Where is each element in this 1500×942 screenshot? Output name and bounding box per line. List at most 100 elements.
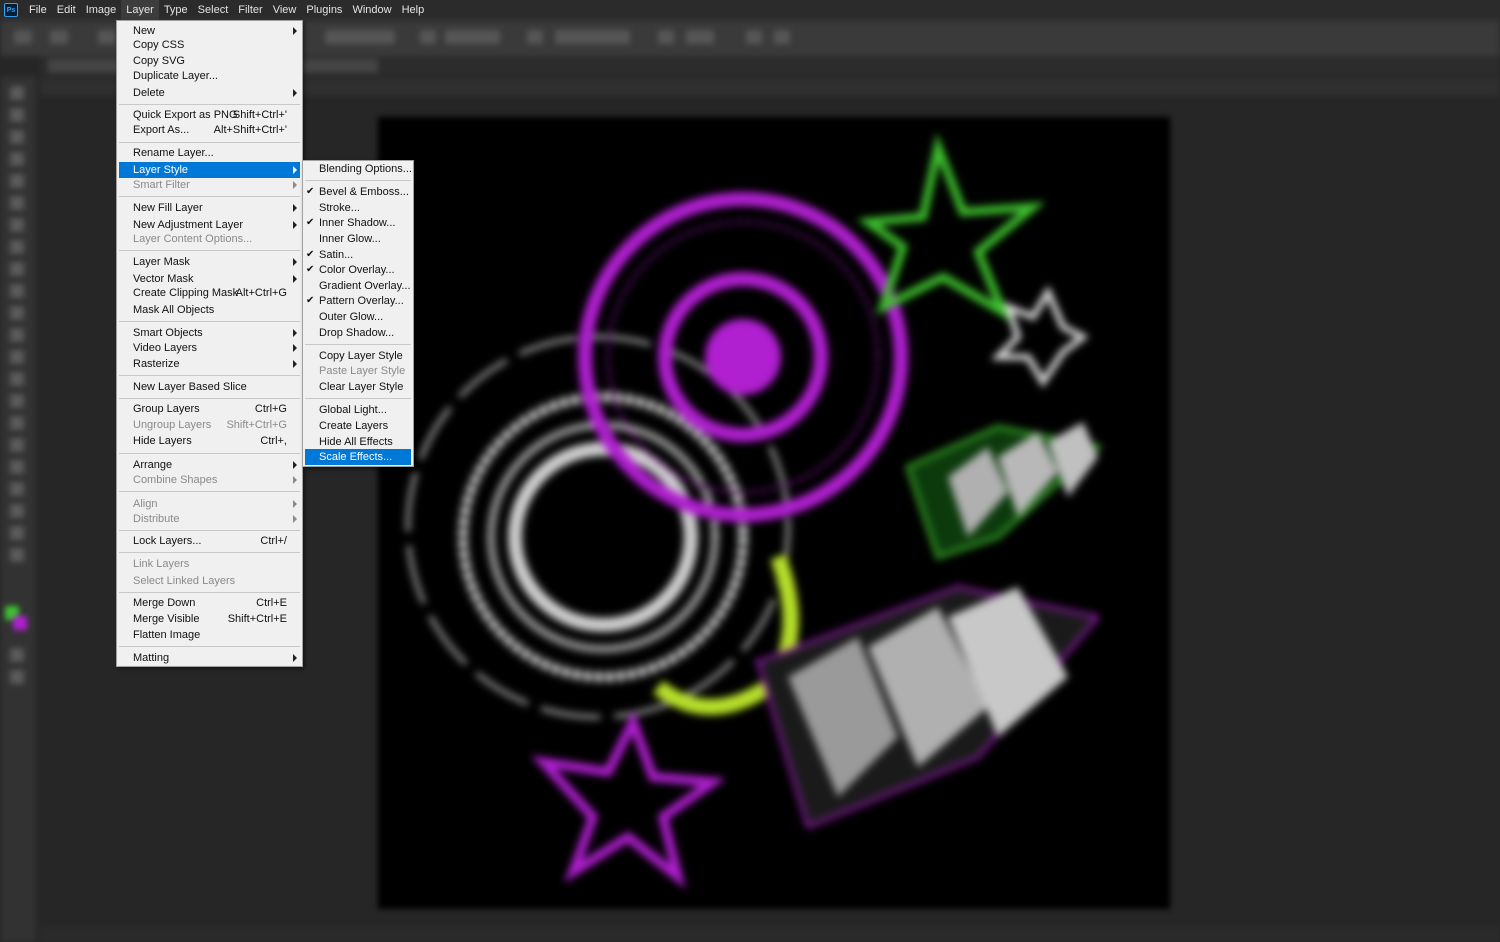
submenu-item-blending-options[interactable]: Blending Options... xyxy=(305,161,412,177)
menu-separator xyxy=(119,491,300,492)
menu-item-rename-layer[interactable]: Rename Layer... xyxy=(119,145,300,161)
menu-item-matting[interactable]: Matting xyxy=(119,650,300,666)
menu-file[interactable]: File xyxy=(24,0,52,20)
menu-item-lock-layers[interactable]: Lock Layers... Ctrl+/ xyxy=(119,533,300,549)
submenu-item-inner-shadow[interactable]: ✔ Inner Shadow... xyxy=(305,215,411,231)
menu-separator xyxy=(119,250,300,251)
menu-item-combine-shapes[interactable]: Combine Shapes xyxy=(119,472,300,488)
menu-edit[interactable]: Edit xyxy=(52,0,81,20)
clone-tool-icon xyxy=(10,284,24,298)
menu-item-label: Create Layers xyxy=(319,420,389,432)
menu-item-label: Duplicate Layer... xyxy=(133,70,218,82)
menu-item-label: Blending Options... xyxy=(319,163,412,175)
menu-item-merge-down[interactable]: Merge Down Ctrl+E xyxy=(119,595,300,611)
menu-item-new-fill-layer[interactable]: New Fill Layer xyxy=(119,200,300,216)
menu-item-group-layers[interactable]: Group Layers Ctrl+G xyxy=(119,401,300,417)
submenu-arrow-icon xyxy=(293,89,297,97)
submenu-item-satin[interactable]: ✔ Satin... xyxy=(305,247,411,263)
artwork xyxy=(405,133,1104,889)
menu-item-layer-content-options[interactable]: Layer Content Options... xyxy=(119,231,300,247)
submenu-item-global-light[interactable]: Global Light... xyxy=(305,402,411,418)
menu-item-layer-style[interactable]: Layer Style xyxy=(119,162,300,178)
submenu-item-hide-all-effects[interactable]: Hide All Effects xyxy=(305,434,411,450)
submenu-arrow-icon xyxy=(293,476,297,484)
quick-select-tool-icon xyxy=(10,152,24,166)
menu-item-arrange[interactable]: Arrange xyxy=(119,457,300,473)
menu-item-link-layers[interactable]: Link Layers xyxy=(119,556,300,572)
menu-item-delete[interactable]: Delete xyxy=(119,85,300,101)
menu-separator xyxy=(119,592,300,593)
menu-item-rasterize[interactable]: Rasterize xyxy=(119,356,300,372)
submenu-item-paste-layer-style[interactable]: Paste Layer Style xyxy=(305,363,411,379)
menu-item-shortcut: Alt+Ctrl+G xyxy=(235,287,287,299)
menu-item-distribute[interactable]: Distribute xyxy=(119,511,300,527)
submenu-item-scale-effects[interactable]: Scale Effects... xyxy=(305,449,411,465)
menu-view[interactable]: View xyxy=(268,0,302,20)
menu-select[interactable]: Select xyxy=(193,0,234,20)
submenu-item-create-layers[interactable]: Create Layers xyxy=(305,418,411,434)
menu-item-export-as[interactable]: Export As... Alt+Shift+Ctrl+' xyxy=(119,122,300,138)
menu-item-flatten-image[interactable]: Flatten Image xyxy=(119,627,300,643)
menu-item-mask-all-objects[interactable]: Mask All Objects xyxy=(119,302,300,318)
menu-item-shortcut: Ctrl+G xyxy=(254,403,287,415)
eyedropper-tool-icon xyxy=(10,218,24,232)
submenu-item-color-overlay[interactable]: ✔ Color Overlay... xyxy=(305,262,411,278)
menu-item-new-layer-based-slice[interactable]: New Layer Based Slice xyxy=(119,379,300,395)
submenu-item-outer-glow[interactable]: Outer Glow... xyxy=(305,309,411,325)
menu-plugins[interactable]: Plugins xyxy=(301,0,347,20)
menu-item-smart-objects[interactable]: Smart Objects xyxy=(119,325,300,341)
gray-ring-core xyxy=(508,442,698,632)
menu-item-label: Combine Shapes xyxy=(133,474,218,486)
submenu-arrow-icon xyxy=(293,204,297,212)
menu-item-layer-mask[interactable]: Layer Mask xyxy=(119,254,300,270)
menu-item-duplicate-layer[interactable]: Duplicate Layer... xyxy=(119,68,300,84)
submenu-item-drop-shadow[interactable]: Drop Shadow... xyxy=(305,325,411,341)
menu-item-create-clipping-mask[interactable]: Create Clipping Mask Alt+Ctrl+G xyxy=(119,285,300,301)
menu-type[interactable]: Type xyxy=(159,0,193,20)
submenu-item-stroke[interactable]: Stroke... xyxy=(305,200,411,216)
menu-item-label: Matting xyxy=(133,652,170,664)
menu-item-label: Satin... xyxy=(319,249,354,261)
menu-item-label: Rename Layer... xyxy=(133,147,214,159)
submenu-item-pattern-overlay[interactable]: ✔ Pattern Overlay... xyxy=(305,293,411,309)
menu-filter[interactable]: Filter xyxy=(233,0,267,20)
menu-item-ungroup-layers[interactable]: Ungroup Layers Shift+Ctrl+G xyxy=(119,417,300,433)
hand-tool-icon xyxy=(10,504,24,518)
menu-separator xyxy=(119,530,300,531)
menu-item-label: Scale Effects... xyxy=(319,451,393,463)
menu-bar: Ps File Edit Image Layer Type Select Fil… xyxy=(0,0,1500,20)
menu-item-label: Global Light... xyxy=(319,404,387,416)
menu-item-align[interactable]: Align xyxy=(119,496,300,512)
menu-item-label: Merge Visible xyxy=(133,613,200,625)
submenu-item-gradient-overlay[interactable]: Gradient Overlay... xyxy=(305,278,411,294)
menu-image[interactable]: Image xyxy=(81,0,122,20)
menu-item-smart-filter[interactable]: Smart Filter xyxy=(119,177,300,193)
menu-item-copy-css[interactable]: Copy CSS xyxy=(119,37,300,53)
submenu-arrow-icon xyxy=(293,515,297,523)
dodge-tool-icon xyxy=(10,394,24,408)
lasso-tool-icon xyxy=(10,130,24,144)
photoshop-logo-icon[interactable]: Ps xyxy=(4,3,18,17)
submenu-item-bevel-emboss[interactable]: ✔ Bevel & Emboss... xyxy=(305,184,411,200)
document-canvas xyxy=(378,117,1170,909)
menu-layer[interactable]: Layer xyxy=(121,0,159,20)
submenu-item-inner-glow[interactable]: Inner Glow... xyxy=(305,231,411,247)
submenu-arrow-icon xyxy=(293,27,297,35)
gray-ring-inner xyxy=(487,421,719,653)
menu-item-video-layers[interactable]: Video Layers xyxy=(119,340,300,356)
submenu-item-copy-layer-style[interactable]: Copy Layer Style xyxy=(305,348,411,364)
submenu-item-clear-layer-style[interactable]: Clear Layer Style xyxy=(305,379,411,395)
menu-item-copy-svg[interactable]: Copy SVG xyxy=(119,53,300,69)
purple-center-dot xyxy=(705,319,781,395)
menu-item-label: Layer Style xyxy=(133,164,189,176)
menu-item-merge-visible[interactable]: Merge Visible Shift+Ctrl+E xyxy=(119,611,300,627)
menu-item-shortcut: Ctrl+, xyxy=(260,435,287,447)
menu-item-label: Smart Objects xyxy=(133,327,203,339)
menu-item-select-linked-layers[interactable]: Select Linked Layers xyxy=(119,573,300,589)
menu-item-label: New Layer Based Slice xyxy=(133,381,247,393)
menu-help[interactable]: Help xyxy=(397,0,430,20)
submenu-arrow-icon xyxy=(293,329,297,337)
menu-window[interactable]: Window xyxy=(347,0,396,20)
menu-item-hide-layers[interactable]: Hide Layers Ctrl+, xyxy=(119,433,300,449)
menu-item-quick-export[interactable]: Quick Export as PNG Shift+Ctrl+' xyxy=(119,107,300,123)
